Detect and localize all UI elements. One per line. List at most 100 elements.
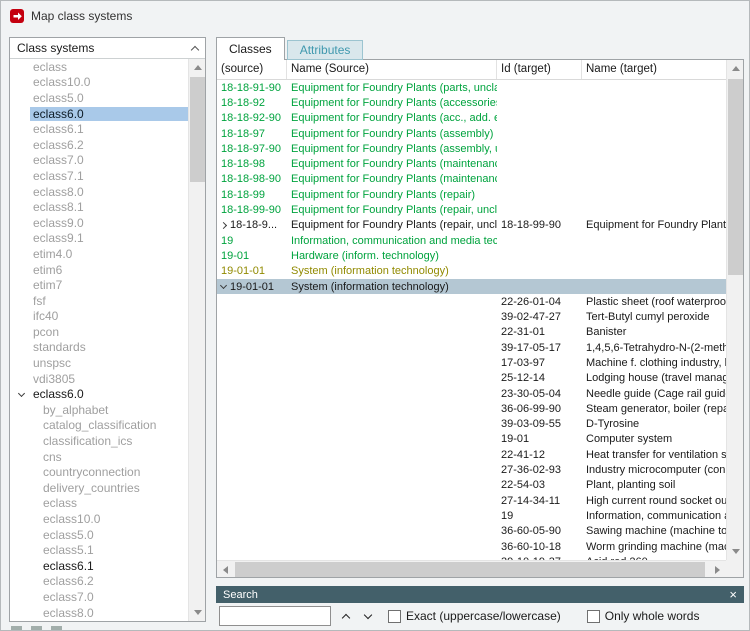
table-row[interactable]: 39-17-05-17 1,4,5,6-Tetrahydro-N-(2-metho… <box>217 340 726 355</box>
table-row[interactable]: 39-02-47-27 Tert-Butyl cumyl peroxide <box>217 309 726 324</box>
tree-item-eclass8.1[interactable]: eclass8.1 <box>10 199 188 215</box>
tree-item-eclass6.1[interactable]: eclass6.1 <box>10 121 188 137</box>
table-row[interactable]: 19-01-01 System (information technology) <box>217 278 726 295</box>
table-horizontal-scrollbar-thumb[interactable] <box>235 562 705 577</box>
column-header-source-name[interactable]: Name (Source) <box>287 60 497 79</box>
table-vertical-scrollbar-thumb[interactable] <box>728 79 743 275</box>
table-row[interactable]: 19 Information, communication a... <box>217 508 726 523</box>
table-row[interactable]: 36-60-05-90 Sawing machine (machine tool.… <box>217 524 726 539</box>
tree-item-eclass6.1[interactable]: eclass6.1 <box>10 558 188 574</box>
tree-item-etim4.0[interactable]: etim4.0 <box>10 246 188 262</box>
table-row[interactable]: 22-31-01 Banister <box>217 325 726 340</box>
table-row[interactable]: 39-03-09-55 D-Tyrosine <box>217 417 726 432</box>
column-header-target-id[interactable]: Id (target) <box>497 60 582 79</box>
tree-item-delivery_countries[interactable]: delivery_countries <box>10 480 188 496</box>
tree-item-etim6[interactable]: etim6 <box>10 262 188 278</box>
tree-item-label: eclass8.1 <box>33 200 84 215</box>
table-row[interactable]: 18-18-97 Equipment for Foundry Plants (as… <box>217 126 726 141</box>
cell-target-id: 17-03-97 <box>501 356 546 369</box>
table-row[interactable]: 19-01 Computer system <box>217 432 726 447</box>
tree-item-countryconnection[interactable]: countryconnection <box>10 464 188 480</box>
row-expander-icon[interactable] <box>219 281 228 290</box>
tree-item-eclass[interactable]: eclass <box>10 496 188 512</box>
table-scroll-down-button[interactable] <box>727 543 744 560</box>
exact-checkbox[interactable] <box>388 609 401 623</box>
column-header-target-name[interactable]: Name (target) <box>582 60 726 79</box>
tree-item-eclass8.0[interactable]: eclass8.0 <box>10 605 188 621</box>
table-row[interactable]: 17-03-97 Machine f. clothing industry, le… <box>217 355 726 370</box>
tree-item-eclass9.0[interactable]: eclass9.0 <box>10 215 188 231</box>
tree-scroll-down-button[interactable] <box>189 604 206 621</box>
table-row[interactable]: 23-30-05-04 Needle guide (Cage rail guide… <box>217 386 726 401</box>
table-row[interactable]: 18-18-98 Equipment for Foundry Plants (ma… <box>217 156 726 171</box>
table-row[interactable]: 36-06-99-90 Steam generator, boiler (repa… <box>217 401 726 416</box>
table-row[interactable]: 27-36-02-93 Industry microcomputer (conn.… <box>217 462 726 477</box>
table-row[interactable]: 18-18-91-90 Equipment for Foundry Plants … <box>217 80 726 95</box>
tree-item-pcon[interactable]: pcon <box>10 324 188 340</box>
tree-item-etim7[interactable]: etim7 <box>10 277 188 293</box>
table-row[interactable]: 25-12-14 Lodging house (travel manager... <box>217 371 726 386</box>
search-input[interactable] <box>219 606 331 626</box>
cell-target-name <box>582 156 726 171</box>
class-systems-header[interactable]: Class systems <box>10 38 205 59</box>
table-row[interactable]: 27-14-34-11 High current round socket out… <box>217 493 726 508</box>
tree-item-eclass7.0[interactable]: eclass7.0 <box>10 153 188 169</box>
tab-classes[interactable]: Classes <box>216 37 285 60</box>
tree-item-classification_ics[interactable]: classification_ics <box>10 433 188 449</box>
table-scroll-left-button[interactable] <box>217 561 234 578</box>
whole-words-checkbox[interactable] <box>586 609 600 623</box>
tree-item-eclass7.1[interactable]: eclass7.1 <box>10 168 188 184</box>
tree-item-catalog_classification[interactable]: catalog_classification <box>10 418 188 434</box>
table-row[interactable]: 19-01 Hardware (inform. technology) <box>217 248 726 263</box>
tree-item-eclass6.0[interactable]: eclass6.0 <box>10 386 188 402</box>
tree-item-cns[interactable]: cns <box>10 449 188 465</box>
tree-item-eclass9.1[interactable]: eclass9.1 <box>10 231 188 247</box>
table-row[interactable]: 22-26-01-04 Plastic sheet (roof waterproo… <box>217 294 726 309</box>
table-row[interactable]: 36-60-10-18 Worm grinding machine (mach..… <box>217 539 726 554</box>
column-header-source-id[interactable]: (source) <box>217 60 287 79</box>
search-panel-header: Search × <box>216 586 744 603</box>
close-search-icon[interactable]: × <box>729 588 737 601</box>
tree-item-eclass5.1[interactable]: eclass5.1 <box>10 542 188 558</box>
tree-item-eclass8.0[interactable]: eclass8.0 <box>10 184 188 200</box>
tree-item-eclass5.0[interactable]: eclass5.0 <box>10 90 188 106</box>
tree-item-by_alphabet[interactable]: by_alphabet <box>10 402 188 418</box>
collapse-panel-icon[interactable] <box>190 45 200 54</box>
tree-item-unspsc[interactable]: unspsc <box>10 355 188 371</box>
tree-scroll-up-button[interactable] <box>189 59 206 76</box>
table-row[interactable]: 18-18-92 Equipment for Foundry Plants (ac… <box>217 95 726 110</box>
table-row[interactable]: 19 Information, communication and media t… <box>217 233 726 248</box>
tree-item-eclass5.0[interactable]: eclass5.0 <box>10 527 188 543</box>
tree-item-eclass7.0[interactable]: eclass7.0 <box>10 589 188 605</box>
tree-expander-icon[interactable] <box>17 389 26 397</box>
row-expander-icon[interactable] <box>219 221 228 229</box>
table-row[interactable]: 18-18-92-90 Equipment for Foundry Plants … <box>217 111 726 126</box>
table-row[interactable]: 19-01-01 System (information technology) <box>217 264 726 279</box>
table-vertical-scrollbar[interactable] <box>726 60 743 560</box>
table-row[interactable]: 22-41-12 Heat transfer for ventilation sy… <box>217 447 726 462</box>
search-previous-button[interactable] <box>338 608 353 624</box>
table-horizontal-scrollbar[interactable] <box>217 560 726 577</box>
tree-item-eclass[interactable]: eclass <box>10 59 188 75</box>
tab-attributes[interactable]: Attributes <box>286 40 364 60</box>
table-row[interactable]: 18-18-98-90 Equipment for Foundry Plants … <box>217 172 726 187</box>
tree-item-eclass6.0[interactable]: eclass6.0 <box>10 106 188 122</box>
table-row[interactable]: 18-18-99-90 Equipment for Foundry Plants … <box>217 202 726 217</box>
tree-scrollbar-thumb[interactable] <box>190 77 205 182</box>
table-row[interactable]: 18-18-97-90 Equipment for Foundry Plants … <box>217 141 726 156</box>
tree-item-standards[interactable]: standards <box>10 340 188 356</box>
table-scroll-right-button[interactable] <box>709 561 726 578</box>
tree-item-ifc40[interactable]: ifc40 <box>10 309 188 325</box>
tree-scrollbar[interactable] <box>188 59 205 621</box>
table-row[interactable]: 18-18-99 Equipment for Foundry Plants (re… <box>217 187 726 202</box>
tree-item-eclass6.2[interactable]: eclass6.2 <box>10 137 188 153</box>
tree-item-eclass10.0[interactable]: eclass10.0 <box>10 75 188 91</box>
tree-item-eclass10.0[interactable]: eclass10.0 <box>10 511 188 527</box>
table-row[interactable]: 18-18-9... Equipment for Foundry Plants (… <box>217 218 726 233</box>
table-scroll-up-button[interactable] <box>727 60 744 77</box>
tree-item-eclass6.2[interactable]: eclass6.2 <box>10 574 188 590</box>
tree-item-fsf[interactable]: fsf <box>10 293 188 309</box>
table-row[interactable]: 22-54-03 Plant, planting soil <box>217 478 726 493</box>
search-next-button[interactable] <box>360 608 375 624</box>
tree-item-vdi3805[interactable]: vdi3805 <box>10 371 188 387</box>
